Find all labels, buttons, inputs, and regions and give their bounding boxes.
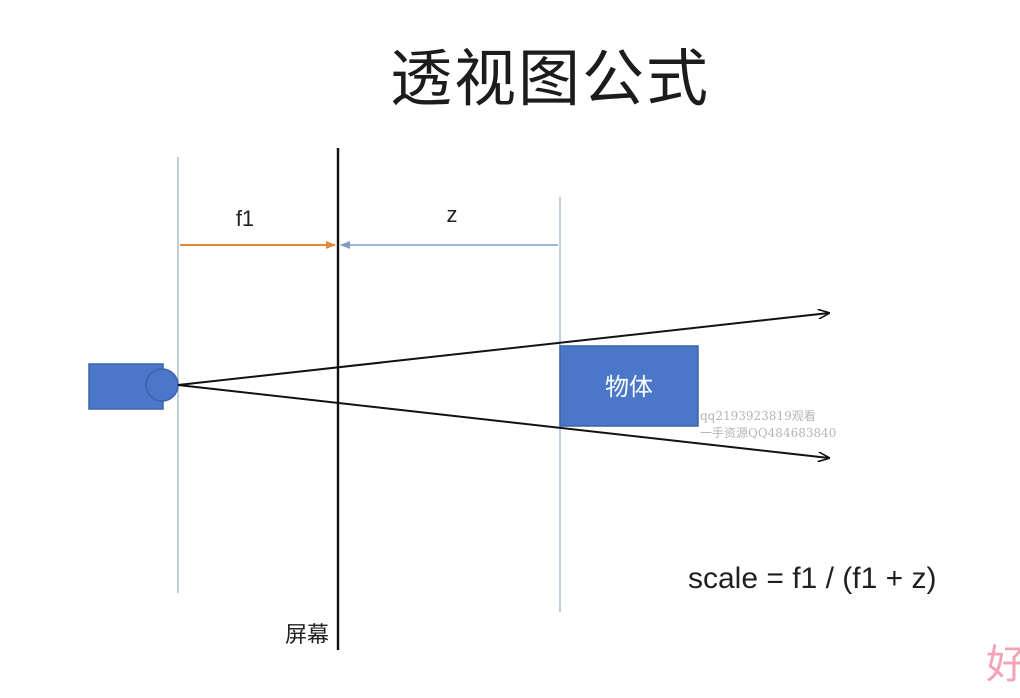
object-label: 物体: [605, 374, 653, 401]
scale-formula: scale = f1 / (f1 + z): [688, 562, 937, 595]
watermark: qq2193923819观看 一手资源QQ484683840: [700, 408, 836, 442]
screen-label: 屏幕: [285, 622, 329, 647]
watermark-line-1: qq2193923819观看: [700, 409, 816, 423]
z-label: z: [447, 202, 458, 227]
perspective-diagram-slide: 透视图公式 f1 z 物体 屏幕 qq2193923819观看 一手资源QQ48…: [0, 0, 1020, 698]
corner-logo: 好: [986, 642, 1020, 688]
camera-icon: [88, 363, 179, 410]
upper-ray: [177, 313, 829, 386]
watermark-line-2: 一手资源QQ484683840: [700, 426, 837, 440]
f1-label: f1: [236, 206, 254, 231]
